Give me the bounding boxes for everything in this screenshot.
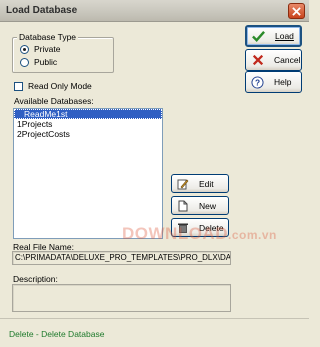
cancel-button[interactable]: Cancel <box>245 49 302 71</box>
title-bar: Load Database <box>0 0 309 22</box>
real-file-name-field: C:\PRIMADATA\DELUXE_PRO_TEMPLATES\PRO_DL… <box>12 251 231 265</box>
close-button[interactable] <box>288 3 305 19</box>
radio-public-control[interactable] <box>20 57 29 67</box>
svg-text:?: ? <box>255 77 260 87</box>
list-item[interactable]: ReadMe1st <box>14 109 162 119</box>
database-type-legend: Database Type <box>17 32 79 42</box>
status-divider <box>0 318 309 319</box>
available-databases-label: Available Databases: <box>14 96 94 106</box>
read-only-checkbox-row[interactable]: Read Only Mode <box>14 81 92 91</box>
load-button[interactable]: Load <box>245 25 302 47</box>
list-item[interactable]: 1Projects <box>14 119 162 129</box>
radio-private[interactable]: Private <box>20 44 60 54</box>
status-text: Delete - Delete Database <box>9 329 105 339</box>
description-label: Description: <box>13 274 58 284</box>
radio-private-control[interactable] <box>20 44 29 54</box>
read-only-checkbox[interactable] <box>14 81 23 91</box>
help-icon: ? <box>251 75 264 89</box>
edit-icon <box>177 178 189 190</box>
radio-private-label: Private <box>34 44 61 54</box>
description-field <box>12 284 231 312</box>
database-type-group: Database Type Private Public <box>12 32 114 73</box>
window-title: Load Database <box>6 5 78 16</box>
new-label: New <box>199 200 217 211</box>
close-icon <box>292 6 301 16</box>
databases-listbox[interactable]: ReadMe1st 1Projects 2ProjectCosts <box>13 108 163 239</box>
read-only-label: Read Only Mode <box>28 81 92 91</box>
list-item[interactable]: 2ProjectCosts <box>14 129 162 139</box>
load-label: Load <box>275 31 294 41</box>
watermark: DOWNLOAD.com.vn <box>122 224 277 243</box>
help-button[interactable]: ? Help <box>245 71 302 93</box>
checkmark-icon <box>252 30 265 43</box>
help-label: Help <box>274 77 292 87</box>
edit-label: Edit <box>199 178 214 189</box>
x-icon <box>251 54 264 67</box>
edit-button[interactable]: Edit <box>171 174 229 193</box>
new-button[interactable]: New <box>171 196 229 215</box>
radio-public-label: Public <box>34 57 58 67</box>
radio-public[interactable]: Public <box>20 57 57 67</box>
new-document-icon <box>177 200 189 212</box>
cancel-label: Cancel <box>274 55 301 65</box>
